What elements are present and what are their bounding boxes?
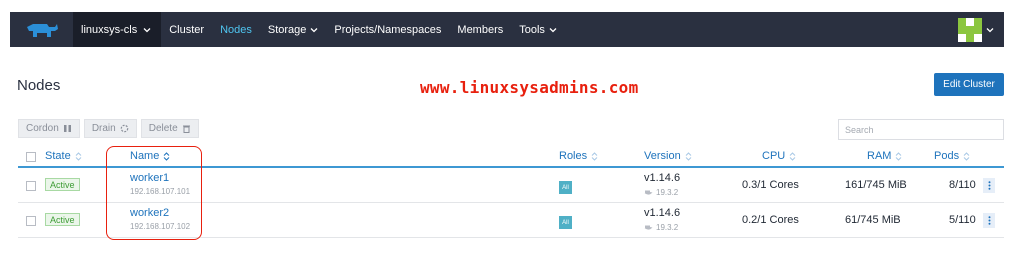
nodes-table: State Name Roles Version CPU RAM Pods Ac… bbox=[18, 146, 1004, 238]
column-name[interactable]: Name bbox=[130, 150, 170, 162]
chevron-down-icon bbox=[143, 27, 151, 32]
more-vertical-icon bbox=[988, 216, 990, 225]
sort-icon bbox=[163, 151, 170, 161]
nav-members-label: Members bbox=[457, 23, 504, 36]
sort-icon bbox=[896, 151, 902, 161]
column-version-label: Version bbox=[644, 150, 681, 162]
pod-count: 5/110 bbox=[949, 214, 976, 226]
page-title: Nodes bbox=[17, 77, 61, 94]
avatar bbox=[958, 17, 982, 42]
nav-cluster[interactable]: Cluster bbox=[161, 12, 212, 47]
column-pods-label: Pods bbox=[934, 150, 960, 162]
column-ram[interactable]: RAM bbox=[867, 150, 902, 162]
rancher-logo[interactable] bbox=[10, 12, 73, 47]
table-header: State Name Roles Version CPU RAM Pods bbox=[18, 146, 1004, 168]
nav-projects-label: Projects/Namespaces bbox=[334, 23, 442, 36]
kubelet-version: v1.14.6 bbox=[644, 172, 681, 184]
node-ip: 192.168.107.101 bbox=[130, 187, 191, 196]
row-checkbox[interactable] bbox=[26, 181, 36, 191]
column-name-label: Name bbox=[130, 150, 160, 162]
column-state[interactable]: State bbox=[45, 150, 82, 162]
bulk-actions: Cordon Drain Delete bbox=[18, 119, 199, 138]
trash-icon bbox=[182, 125, 190, 133]
nav-projects-namespaces[interactable]: Projects/Namespaces bbox=[326, 12, 449, 47]
edit-cluster-button[interactable]: Edit Cluster bbox=[934, 73, 1004, 96]
chevron-down-icon bbox=[310, 27, 318, 32]
column-ram-label: RAM bbox=[867, 150, 892, 162]
nav-tools[interactable]: Tools bbox=[511, 12, 565, 47]
delete-button[interactable]: Delete bbox=[140, 119, 199, 138]
sort-icon bbox=[963, 151, 970, 161]
docker-version: 19.3.2 bbox=[644, 223, 678, 232]
docker-version-label: 19.3.2 bbox=[656, 188, 679, 197]
delete-label: Delete bbox=[148, 123, 178, 134]
column-cpu[interactable]: CPU bbox=[762, 150, 796, 162]
column-roles-label: Roles bbox=[559, 150, 588, 162]
drain-label: Drain bbox=[91, 123, 116, 134]
rancher-logo-icon bbox=[26, 23, 58, 37]
drain-icon bbox=[120, 124, 129, 133]
user-menu[interactable] bbox=[958, 17, 1004, 42]
row-checkbox[interactable] bbox=[26, 216, 36, 226]
row-actions-menu-button[interactable] bbox=[983, 213, 995, 228]
docker-version: 19.3.2 bbox=[644, 188, 678, 197]
column-version[interactable]: Version bbox=[644, 150, 692, 162]
cordon-button[interactable]: Cordon bbox=[18, 119, 80, 138]
cordon-label: Cordon bbox=[26, 123, 59, 134]
pod-count: 8/110 bbox=[949, 179, 976, 191]
chevron-down-icon bbox=[549, 27, 557, 32]
top-nav: linuxsys-cls Cluster Nodes Storage Proje… bbox=[10, 12, 1004, 47]
docker-icon bbox=[644, 190, 653, 195]
select-all-checkbox[interactable] bbox=[26, 152, 36, 162]
sort-icon bbox=[789, 151, 796, 161]
cpu-usage: 0.2/1 Cores bbox=[742, 214, 799, 226]
sort-icon bbox=[591, 151, 598, 161]
ram-usage: 161/745 MiB bbox=[845, 179, 907, 191]
ram-usage: 61/745 MiB bbox=[845, 214, 901, 226]
column-cpu-label: CPU bbox=[762, 150, 786, 162]
column-pods[interactable]: Pods bbox=[934, 150, 970, 162]
chevron-down-icon bbox=[986, 27, 994, 32]
table-row: Active worker1 192.168.107.101 All v1.14… bbox=[18, 168, 1004, 203]
docker-version-label: 19.3.2 bbox=[656, 223, 679, 232]
nav-cluster-label: Cluster bbox=[169, 23, 205, 36]
column-roles[interactable]: Roles bbox=[559, 150, 598, 162]
more-vertical-icon bbox=[988, 181, 990, 190]
table-row: Active worker2 192.168.107.102 All v1.14… bbox=[18, 203, 1004, 238]
column-state-label: State bbox=[45, 150, 71, 162]
role-badge: All bbox=[559, 216, 572, 229]
nav-members[interactable]: Members bbox=[449, 12, 511, 47]
sort-icon bbox=[75, 151, 82, 161]
sort-icon bbox=[685, 151, 692, 161]
nav-nodes[interactable]: Nodes bbox=[212, 12, 260, 47]
role-badge: All bbox=[559, 181, 572, 194]
nav-storage[interactable]: Storage bbox=[260, 12, 327, 47]
search-input[interactable] bbox=[838, 119, 1004, 140]
nav-storage-label: Storage bbox=[267, 23, 307, 36]
watermark-text: www.linuxsysadmins.com bbox=[420, 78, 639, 97]
kubelet-version: v1.14.6 bbox=[644, 207, 681, 219]
cluster-name: linuxsys-cls bbox=[81, 23, 138, 36]
pause-icon bbox=[63, 125, 71, 132]
node-name-link[interactable]: worker2 bbox=[130, 207, 169, 219]
nav-nodes-label: Nodes bbox=[220, 23, 252, 36]
cluster-selector[interactable]: linuxsys-cls bbox=[73, 12, 162, 47]
docker-icon bbox=[644, 225, 653, 230]
cpu-usage: 0.3/1 Cores bbox=[742, 179, 799, 191]
status-badge: Active bbox=[45, 178, 80, 191]
row-actions-menu-button[interactable] bbox=[983, 178, 995, 193]
drain-button[interactable]: Drain bbox=[83, 119, 137, 138]
status-badge: Active bbox=[45, 213, 80, 226]
node-name-link[interactable]: worker1 bbox=[130, 172, 169, 184]
nav-tools-label: Tools bbox=[519, 23, 545, 36]
node-ip: 192.168.107.102 bbox=[130, 222, 191, 231]
